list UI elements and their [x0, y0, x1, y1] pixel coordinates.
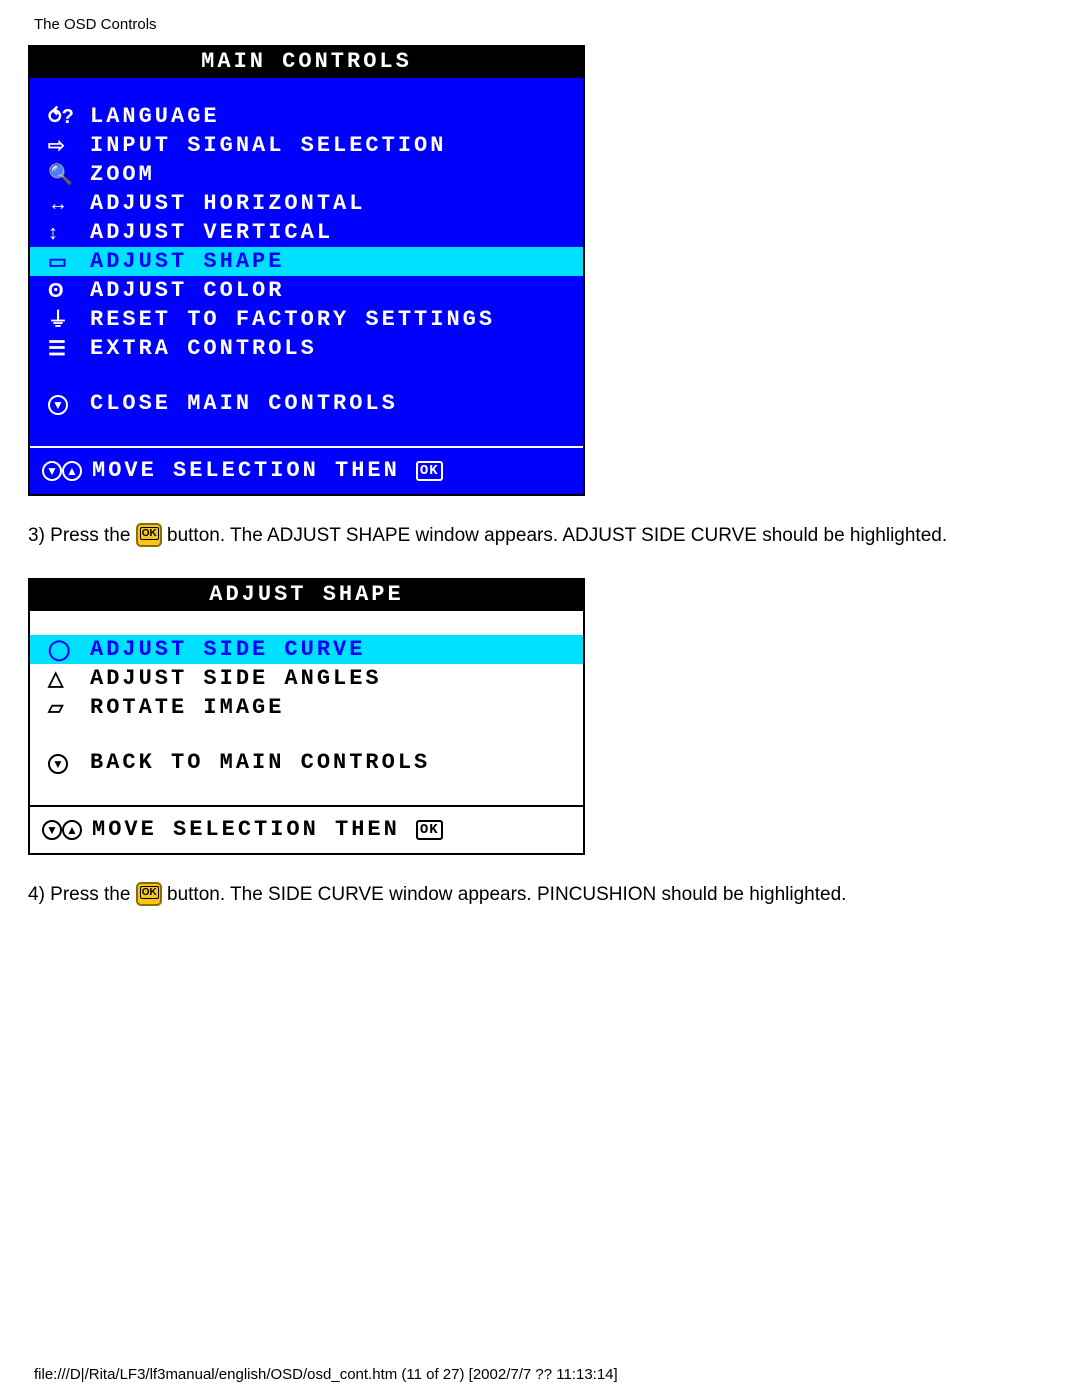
menu-label: RESET TO FACTORY SETTINGS: [90, 309, 495, 331]
menu-label: ADJUST SIDE ANGLES: [90, 668, 382, 690]
menu-label: ADJUST VERTICAL: [90, 222, 333, 244]
menu-item-adjust-vertical[interactable]: ↕ ADJUST VERTICAL: [30, 218, 583, 247]
menu-item-input-signal[interactable]: ⇨ INPUT SIGNAL SELECTION: [30, 131, 583, 160]
instruction-text: 3) Press the: [28, 525, 136, 546]
up-down-icon: ▼▲: [42, 461, 82, 481]
rotate-icon: ▱: [48, 698, 90, 718]
ok-icon: OK: [416, 461, 443, 481]
menu-item-reset-factory[interactable]: ⏚ RESET TO FACTORY SETTINGS: [30, 305, 583, 334]
menu-label: INPUT SIGNAL SELECTION: [90, 135, 446, 157]
spacer: [30, 722, 583, 748]
vertical-icon: ↕: [48, 223, 90, 243]
instruction-text: button. The SIDE CURVE window appears. P…: [167, 884, 846, 905]
menu-item-back[interactable]: ▼ BACK TO MAIN CONTROLS: [30, 748, 583, 777]
page-title: The OSD Controls: [0, 0, 1080, 33]
footer-text: MOVE SELECTION THEN: [92, 460, 400, 482]
instruction-step-3: 3) Press the button. The ADJUST SHAPE wi…: [28, 520, 988, 552]
horizontal-icon: ↔: [48, 194, 90, 214]
osd-footer: ▼▲ MOVE SELECTION THEN OK: [30, 805, 583, 853]
osd-main-title: MAIN CONTROLS: [30, 47, 583, 78]
spacer: [30, 777, 583, 795]
instruction-text: button. The ADJUST SHAPE window appears.…: [167, 525, 947, 546]
instruction-text: 4) Press the: [28, 884, 136, 905]
side-angles-icon: △: [48, 669, 90, 689]
menu-item-extra-controls[interactable]: ☰ EXTRA CONTROLS: [30, 334, 583, 363]
menu-label: ADJUST SHAPE: [90, 251, 284, 273]
ok-button-icon: [136, 882, 162, 906]
page-footer-path: file:///D|/Rita/LF3/lf3manual/english/OS…: [34, 1366, 618, 1383]
menu-label: ADJUST COLOR: [90, 280, 284, 302]
menu-label: LANGUAGE: [90, 106, 220, 128]
menu-item-adjust-side-curve[interactable]: ◯ ADJUST SIDE CURVE: [30, 635, 583, 664]
menu-item-rotate-image[interactable]: ▱ ROTATE IMAGE: [30, 693, 583, 722]
zoom-icon: 🔍: [48, 165, 90, 185]
footer-text: MOVE SELECTION THEN: [92, 819, 400, 841]
spacer: [30, 363, 583, 389]
factory-icon: ⏚: [48, 310, 90, 330]
menu-label: CLOSE MAIN CONTROLS: [90, 393, 398, 415]
down-icon: ▼: [48, 393, 90, 415]
osd-main-controls: MAIN CONTROLS ⥀? LANGUAGE ⇨ INPUT SIGNAL…: [28, 45, 585, 496]
menu-item-zoom[interactable]: 🔍 ZOOM: [30, 160, 583, 189]
osd-footer: ▼▲ MOVE SELECTION THEN OK: [30, 446, 583, 494]
menu-item-language[interactable]: ⥀? LANGUAGE: [30, 102, 583, 131]
menu-label: ZOOM: [90, 164, 155, 186]
menu-item-close[interactable]: ▼ CLOSE MAIN CONTROLS: [30, 389, 583, 418]
side-curve-icon: ◯: [48, 640, 90, 660]
menu-label: ADJUST SIDE CURVE: [90, 639, 365, 661]
ok-icon: OK: [416, 820, 443, 840]
menu-item-adjust-side-angles[interactable]: △ ADJUST SIDE ANGLES: [30, 664, 583, 693]
menu-item-adjust-color[interactable]: ʘ ADJUST COLOR: [30, 276, 583, 305]
input-icon: ⇨: [48, 136, 90, 156]
menu-item-adjust-shape[interactable]: ▭ ADJUST SHAPE: [30, 247, 583, 276]
osd-shape-title: ADJUST SHAPE: [30, 580, 583, 611]
menu-label: ROTATE IMAGE: [90, 697, 284, 719]
instruction-step-4: 4) Press the button. The SIDE CURVE wind…: [28, 879, 988, 911]
menu-item-adjust-horizontal[interactable]: ↔ ADJUST HORIZONTAL: [30, 189, 583, 218]
globe-icon: ⥀?: [48, 107, 90, 127]
extra-icon: ☰: [48, 339, 90, 359]
menu-label: BACK TO MAIN CONTROLS: [90, 752, 430, 774]
color-icon: ʘ: [48, 281, 90, 301]
ok-button-icon: [136, 523, 162, 547]
down-icon: ▼: [48, 752, 90, 774]
spacer: [30, 418, 583, 436]
up-down-icon: ▼▲: [42, 820, 82, 840]
menu-label: EXTRA CONTROLS: [90, 338, 317, 360]
shape-icon: ▭: [48, 252, 90, 272]
menu-label: ADJUST HORIZONTAL: [90, 193, 365, 215]
osd-adjust-shape: ADJUST SHAPE ◯ ADJUST SIDE CURVE △ ADJUS…: [28, 578, 585, 855]
